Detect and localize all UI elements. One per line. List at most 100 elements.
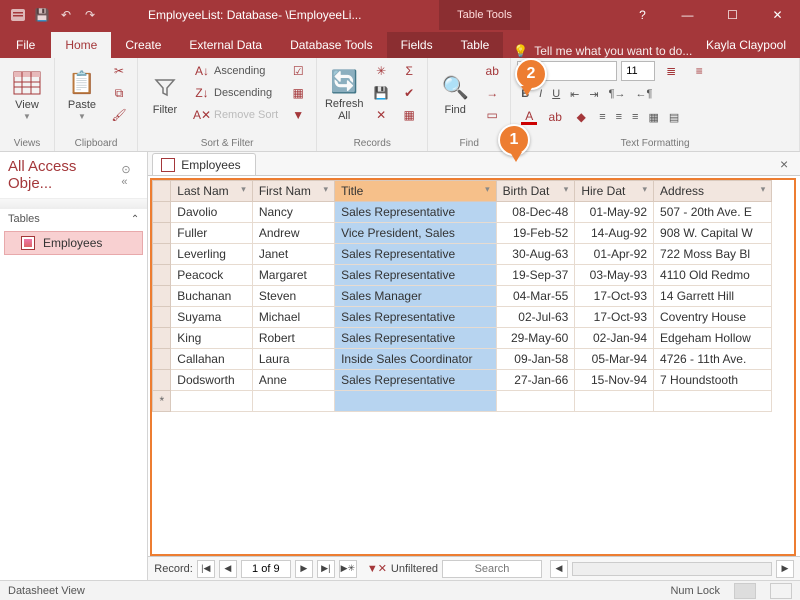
recnav-new[interactable]: ▶✳ bbox=[339, 560, 357, 578]
tab-create[interactable]: Create bbox=[111, 32, 175, 58]
format-painter-button[interactable]: 🖌 bbox=[107, 105, 131, 125]
cell[interactable]: 08-Dec-48 bbox=[496, 202, 575, 223]
view-datasheet-button[interactable] bbox=[734, 583, 756, 599]
cell[interactable]: 29-May-60 bbox=[496, 328, 575, 349]
cell[interactable]: 01-May-92 bbox=[575, 202, 654, 223]
cell[interactable]: Coventry House bbox=[654, 307, 772, 328]
filter-button[interactable]: Filter bbox=[144, 61, 186, 127]
align-center-button[interactable]: ≡ bbox=[612, 107, 626, 127]
cell[interactable]: 09-Jan-58 bbox=[496, 349, 575, 370]
row-selector[interactable] bbox=[153, 202, 171, 223]
cell[interactable]: Michael bbox=[252, 307, 334, 328]
recnav-next[interactable]: ▶ bbox=[295, 560, 313, 578]
totals-button[interactable]: Σ bbox=[397, 61, 421, 81]
font-size-select[interactable] bbox=[621, 61, 655, 81]
column-header[interactable]: Hire Dat▾ bbox=[575, 181, 654, 202]
cell[interactable]: Janet bbox=[252, 244, 334, 265]
cell[interactable]: Robert bbox=[252, 328, 334, 349]
cell[interactable]: 507 - 20th Ave. E bbox=[654, 202, 772, 223]
cell[interactable]: Sales Representative bbox=[335, 244, 497, 265]
view-button[interactable]: View ▼ bbox=[6, 61, 48, 127]
maximize-button[interactable]: ☐ bbox=[710, 0, 755, 30]
hscrollbar[interactable] bbox=[572, 562, 772, 576]
recnav-search[interactable] bbox=[442, 560, 542, 578]
recnav-first[interactable]: |◀ bbox=[197, 560, 215, 578]
cell[interactable]: Inside Sales Coordinator bbox=[335, 349, 497, 370]
nav-collapse-icon[interactable]: ⊙ « bbox=[121, 163, 139, 188]
recnav-prev[interactable]: ◀ bbox=[219, 560, 237, 578]
tab-table[interactable]: Table bbox=[447, 32, 504, 58]
save-record-button[interactable]: 💾 bbox=[369, 83, 393, 103]
indent-inc-button[interactable]: ⇥ bbox=[585, 84, 602, 104]
cell[interactable]: 15-Nov-94 bbox=[575, 370, 654, 391]
cell[interactable]: Sales Representative bbox=[335, 265, 497, 286]
cell[interactable]: 7 Houndstooth bbox=[654, 370, 772, 391]
advanced-filter-button[interactable]: ▦ bbox=[286, 83, 310, 103]
cell[interactable]: Edgeham Hollow bbox=[654, 328, 772, 349]
cell[interactable]: 19-Feb-52 bbox=[496, 223, 575, 244]
find-button[interactable]: 🔍 Find bbox=[434, 61, 476, 127]
select-button[interactable]: ▭ bbox=[480, 105, 504, 125]
minimize-button[interactable]: — bbox=[665, 0, 710, 30]
tab-file[interactable]: File bbox=[0, 32, 51, 58]
cell[interactable]: 05-Mar-94 bbox=[575, 349, 654, 370]
cell[interactable]: 30-Aug-63 bbox=[496, 244, 575, 265]
delete-record-button[interactable]: ✕ bbox=[369, 105, 393, 125]
cell[interactable]: 14-Aug-92 bbox=[575, 223, 654, 244]
tell-me[interactable]: 💡Tell me what you want to do... bbox=[503, 44, 702, 58]
goto-button[interactable]: → bbox=[480, 83, 504, 103]
cell[interactable]: Sales Representative bbox=[335, 328, 497, 349]
column-header[interactable]: Birth Dat▾ bbox=[496, 181, 575, 202]
cell[interactable]: Steven bbox=[252, 286, 334, 307]
alt-row-button[interactable]: ▤ bbox=[665, 107, 683, 127]
column-header[interactable]: Last Nam▾ bbox=[171, 181, 253, 202]
cell[interactable]: Nancy bbox=[252, 202, 334, 223]
remove-sort-button[interactable]: A✕Remove Sort bbox=[190, 105, 282, 125]
cell[interactable]: Andrew bbox=[252, 223, 334, 244]
recnav-last[interactable]: ▶| bbox=[317, 560, 335, 578]
cell[interactable]: Buchanan bbox=[171, 286, 253, 307]
nav-header[interactable]: All Access Obje... ⊙ « bbox=[0, 152, 147, 199]
highlight-button[interactable]: ab bbox=[543, 107, 567, 127]
user-name[interactable]: Kayla Claypool bbox=[706, 38, 800, 58]
undo-icon[interactable]: ↶ bbox=[56, 5, 76, 25]
cell[interactable]: Fuller bbox=[171, 223, 253, 244]
nav-item-employees[interactable]: Employees bbox=[4, 231, 143, 255]
font-color-button[interactable]: A bbox=[517, 107, 541, 127]
cell[interactable]: Laura bbox=[252, 349, 334, 370]
row-selector[interactable] bbox=[153, 286, 171, 307]
descending-button[interactable]: Z↓Descending bbox=[190, 83, 282, 103]
copy-button[interactable]: ⧉ bbox=[107, 83, 131, 103]
new-record-button[interactable]: ✳ bbox=[369, 61, 393, 81]
cell[interactable]: 04-Mar-55 bbox=[496, 286, 575, 307]
gridlines-button[interactable]: ▦ bbox=[644, 107, 662, 127]
paste-button[interactable]: 📋 Paste ▼ bbox=[61, 61, 103, 127]
row-selector[interactable] bbox=[153, 328, 171, 349]
new-row-selector[interactable]: * bbox=[153, 391, 171, 412]
nav-group-tables[interactable]: Tables⌃ bbox=[0, 209, 147, 229]
fill-color-button[interactable]: ◆ bbox=[569, 107, 593, 127]
row-selector[interactable] bbox=[153, 265, 171, 286]
cell[interactable]: 14 Garrett Hill bbox=[654, 286, 772, 307]
underline-button[interactable]: U bbox=[548, 84, 564, 104]
save-icon[interactable]: 💾 bbox=[32, 5, 52, 25]
ltr-button[interactable]: ¶→ bbox=[605, 84, 630, 104]
cell[interactable]: 4726 - 11th Ave. bbox=[654, 349, 772, 370]
close-button[interactable]: ✕ bbox=[755, 0, 800, 30]
cell[interactable]: Sales Manager bbox=[335, 286, 497, 307]
more-records-button[interactable]: ▦ bbox=[397, 105, 421, 125]
tab-fields[interactable]: Fields bbox=[387, 32, 447, 58]
bullets-button[interactable]: ≣ bbox=[659, 61, 683, 81]
filter-status[interactable]: Unfiltered bbox=[391, 563, 438, 575]
row-selector[interactable] bbox=[153, 244, 171, 265]
cell[interactable]: Anne bbox=[252, 370, 334, 391]
cell[interactable]: Dodsworth bbox=[171, 370, 253, 391]
cell[interactable]: King bbox=[171, 328, 253, 349]
help-button[interactable]: ? bbox=[620, 0, 665, 30]
nav-search[interactable] bbox=[0, 199, 147, 209]
hscroll-left[interactable]: ◀ bbox=[550, 560, 568, 578]
data-grid[interactable]: Last Nam▾First Nam▾Title▾Birth Dat▾Hire … bbox=[152, 180, 772, 412]
toggle-filter-button[interactable]: ▼ bbox=[286, 105, 310, 125]
cell[interactable]: 17-Oct-93 bbox=[575, 286, 654, 307]
cell[interactable]: 4110 Old Redmo bbox=[654, 265, 772, 286]
